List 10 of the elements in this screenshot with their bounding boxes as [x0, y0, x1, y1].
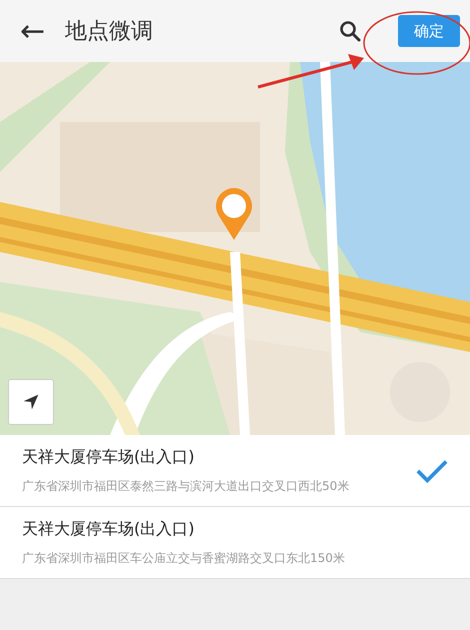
locate-button[interactable] — [8, 379, 54, 425]
place-address: 广东省深圳市福田区车公庙立交与香蜜湖路交叉口东北150米 — [22, 550, 346, 566]
place-item[interactable]: 天祥大厦停车场(出入口) 广东省深圳市福田区泰然三路与滨河大道出口交叉口西北50米 — [0, 435, 470, 507]
place-name: 天祥大厦停车场(出入口) — [22, 518, 196, 540]
place-address: 广东省深圳市福田区泰然三路与滨河大道出口交叉口西北50米 — [22, 478, 350, 494]
place-item[interactable]: 天祥大厦停车场(出入口) 广东省深圳市福田区车公庙立交与香蜜湖路交叉口东北150米 — [0, 507, 470, 579]
back-button[interactable]: ← — [14, 14, 52, 48]
search-icon[interactable] — [338, 19, 362, 43]
page-title: 地点微调 — [65, 18, 154, 46]
place-name: 天祥大厦停车场(出入口) — [22, 446, 196, 468]
